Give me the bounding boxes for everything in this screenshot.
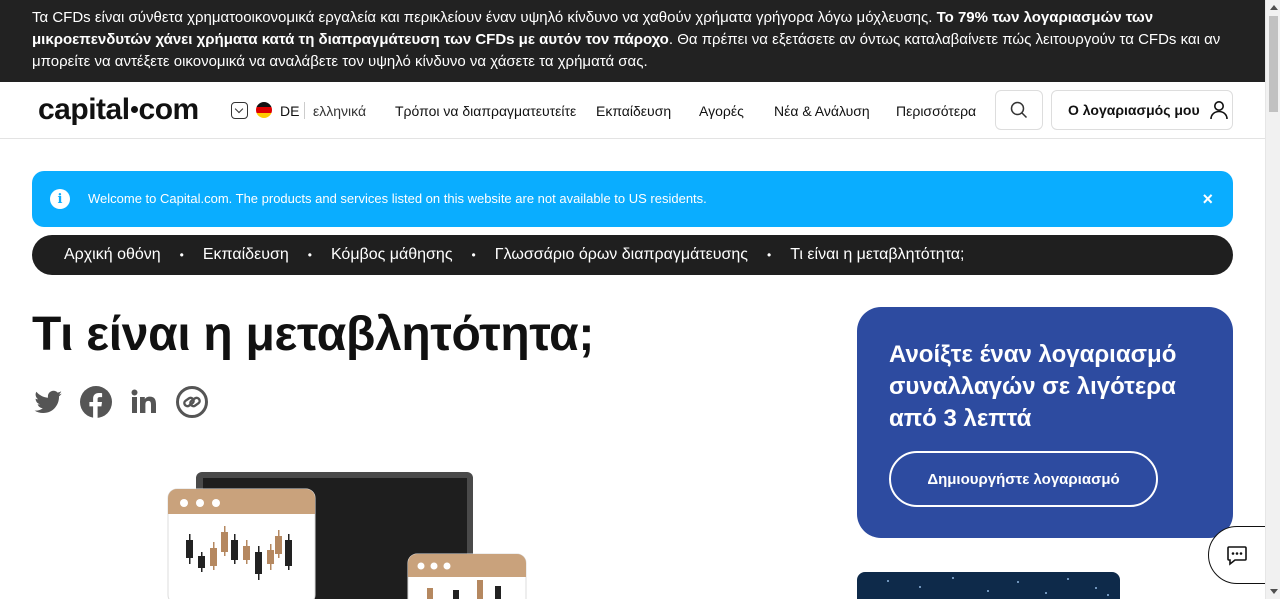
scroll-down-arrow[interactable]	[1266, 584, 1280, 599]
language-selector[interactable]: ελληνικά	[313, 103, 366, 119]
scrollbar-thumb[interactable]	[1269, 16, 1278, 112]
chat-button[interactable]	[1208, 526, 1266, 584]
us-residents-notice: i Welcome to Capital.com. The products a…	[32, 171, 1233, 227]
search-button[interactable]	[995, 90, 1043, 130]
breadcrumb-separator: •	[471, 248, 476, 262]
page-title: Τι είναι η μεταβλητότητα;	[32, 308, 595, 361]
chat-icon	[1227, 546, 1247, 566]
twitter-icon[interactable]	[32, 386, 64, 418]
breadcrumb-learning-hub[interactable]: Κόμβος μάθησης	[331, 246, 453, 264]
nav-item-markets[interactable]: Αγορές	[699, 103, 744, 119]
linkedin-icon[interactable]	[128, 386, 160, 418]
nav-item-news-analysis[interactable]: Νέα & Ανάλυση	[774, 103, 870, 119]
search-icon	[1010, 101, 1028, 119]
capital-logo[interactable]: capital com	[38, 93, 199, 127]
account-label: Ο λογαριασμός μου	[1068, 102, 1200, 118]
vertical-scrollbar[interactable]	[1265, 0, 1280, 599]
risk-text: Τα CFDs είναι σύνθετα χρηματοοικονομικά …	[32, 9, 937, 26]
breadcrumb-separator: •	[307, 248, 312, 262]
nav-item-education[interactable]: Εκπαίδευση	[596, 103, 671, 119]
open-account-card: Ανοίξτε έναν λογαριασμό συναλλαγών σε λι…	[857, 307, 1233, 538]
promo-image[interactable]	[857, 572, 1120, 599]
breadcrumb-separator: •	[179, 248, 184, 262]
site-header: capital com DE ελληνικά Τρόποι να διαπραγ…	[0, 82, 1265, 139]
divider	[304, 102, 305, 119]
scroll-up-arrow[interactable]	[1266, 0, 1280, 15]
breadcrumb-glossary[interactable]: Γλωσσάριο όρων διαπραγμάτευσης	[495, 246, 748, 264]
germany-flag-icon[interactable]	[256, 102, 272, 118]
risk-warning-banner: Τα CFDs είναι σύνθετα χρηματοοικονομικά …	[0, 0, 1265, 82]
notice-text: Welcome to Capital.com. The products and…	[88, 191, 707, 206]
info-icon: i	[50, 189, 70, 209]
user-icon	[1209, 101, 1228, 120]
facebook-icon[interactable]	[80, 386, 112, 418]
breadcrumb-current: Τι είναι η μεταβλητότητα;	[790, 246, 965, 263]
breadcrumb-separator: •	[767, 248, 772, 262]
chevron-down-icon[interactable]	[231, 102, 248, 119]
breadcrumb-education[interactable]: Εκπαίδευση	[203, 246, 289, 264]
cta-headline: Ανοίξτε έναν λογαριασμό συναλλαγών σε λι…	[889, 341, 1177, 432]
copy-link-icon[interactable]	[176, 386, 208, 418]
breadcrumb-home[interactable]: Αρχική οθόνη	[64, 246, 161, 264]
breadcrumb: Αρχική οθόνη • Εκπαίδευση • Κόμβος μάθησ…	[32, 235, 1233, 275]
nav-item-more[interactable]: Περισσότερα	[896, 103, 976, 119]
trading-charts-illustration	[167, 472, 527, 599]
my-account-button[interactable]: Ο λογαριασμός μου	[1051, 90, 1233, 130]
country-code[interactable]: DE	[280, 103, 299, 119]
create-account-button[interactable]: Δημιουργήστε λογαριασμό	[889, 451, 1158, 507]
nav-item-ways-to-trade[interactable]: Τρόποι να διαπραγματευτείτε	[395, 103, 576, 119]
close-icon[interactable]: ×	[1202, 189, 1213, 209]
